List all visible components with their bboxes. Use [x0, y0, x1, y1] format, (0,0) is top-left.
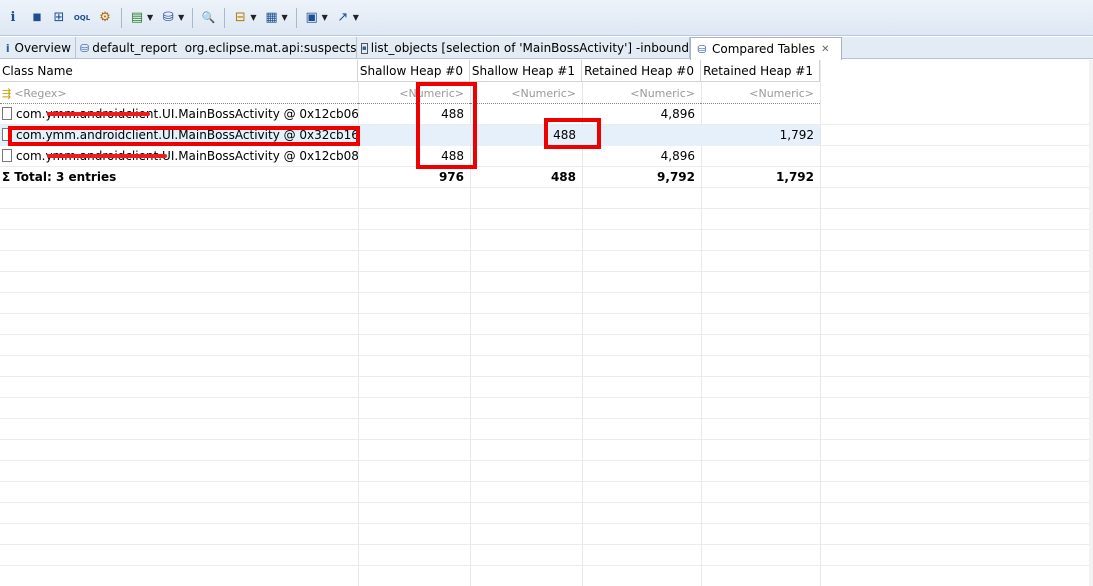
total-row: Σ Total: 3 entries 976 488 9,792 1,792: [0, 167, 820, 188]
close-icon[interactable]: ✕: [821, 44, 829, 55]
retained-heap-1-cell: [701, 104, 820, 125]
oql-icon[interactable]: OQL: [71, 7, 93, 29]
numeric-filter-input[interactable]: <Numeric>: [582, 83, 701, 104]
tab-list-objects[interactable]: ▪ list_objects [selection of 'MainBossAc…: [357, 37, 690, 59]
run-report-icon[interactable]: ▤: [126, 7, 148, 29]
highlight-box: [8, 126, 360, 146]
redaction-stroke: [47, 154, 167, 158]
shallow-heap-1-cell: [470, 146, 582, 167]
grid-line: [0, 313, 1093, 314]
report-icon: ⛁: [80, 41, 90, 55]
grid-line: [0, 250, 1093, 251]
tab-label: Overview: [14, 41, 72, 55]
compare-icon: ⛁: [697, 42, 707, 56]
toolbar-separator: [121, 7, 122, 28]
numeric-filter-input[interactable]: <Numeric>: [470, 83, 582, 104]
highlight-box: [544, 118, 601, 149]
chevron-down-icon[interactable]: ▼: [250, 13, 256, 22]
query-browser-icon[interactable]: ⛁: [157, 7, 179, 29]
info-icon: i: [5, 41, 10, 55]
column-header-shallow-heap-0[interactable]: Shallow Heap #0: [358, 60, 470, 82]
grid-line: [0, 544, 1093, 545]
grid-line: [0, 481, 1093, 482]
grid-line: [0, 523, 1093, 524]
group-by-icon[interactable]: ⊟: [229, 7, 251, 29]
grid-line: [0, 229, 1093, 230]
grid-line: [0, 418, 1093, 419]
chevron-down-icon[interactable]: ▼: [178, 13, 184, 22]
compare-icon[interactable]: ↗: [332, 7, 354, 29]
total-label-cell: Σ Total: 3 entries: [0, 167, 358, 188]
total-shallow-heap-1: 488: [550, 170, 576, 184]
column-header-retained-heap-1[interactable]: Retained Heap #1: [701, 60, 820, 82]
tab-default-report[interactable]: ⛁ default_report org.eclipse.mat.api:sus…: [76, 37, 357, 59]
total-shallow-heap-0: 976: [438, 170, 464, 184]
grid-line: [0, 439, 1093, 440]
grid-line: [0, 460, 1093, 461]
tab-label: default_report org.eclipse.mat.api:suspe…: [92, 41, 357, 55]
retained-heap-1-cell: 1,792: [779, 128, 814, 142]
tab-overview[interactable]: i Overview: [0, 37, 76, 59]
compared-tables-grid: Class Name Shallow Heap #0 Shallow Heap …: [0, 60, 1093, 586]
retained-heap-0-cell: 4,896: [660, 149, 695, 163]
redaction-stroke: [47, 112, 150, 116]
toolbar-separator: [192, 7, 194, 28]
chevron-down-icon[interactable]: ▼: [322, 13, 328, 22]
grid-line: [0, 376, 1093, 377]
toolbar-separator: [224, 7, 226, 28]
grid-line: [0, 271, 1093, 272]
editor-tab-bar: i Overview ⛁ default_report org.eclipse.…: [0, 37, 1093, 60]
dominator-tree-icon[interactable]: ⊞: [48, 7, 70, 29]
grid-line: [0, 502, 1093, 503]
column-header-retained-heap-0[interactable]: Retained Heap #0: [582, 60, 701, 82]
tab-label: Compared Tables: [712, 42, 816, 56]
total-label: Total: 3 entries: [14, 170, 117, 184]
object-icon: [2, 107, 12, 120]
main-toolbar: i ▮▮ ⊞ OQL ⚙ ▤ ▼ ⛁ ▼ 🔍 ⊟ ▼ ▦ ▼ ▣ ▼ ↗ ▼: [0, 0, 1093, 36]
table-header: Class Name Shallow Heap #0 Shallow Heap …: [0, 60, 820, 82]
search-icon[interactable]: 🔍: [197, 7, 219, 29]
numeric-filter-input[interactable]: <Numeric>: [701, 83, 820, 104]
highlight-box: [416, 82, 477, 169]
sigma-icon: Σ: [2, 170, 11, 184]
column-header-class-name[interactable]: Class Name: [0, 60, 358, 82]
object-icon: [2, 149, 12, 162]
toolbar-separator: [295, 7, 297, 28]
grid-line: [0, 334, 1093, 335]
vertical-scrollbar[interactable]: [1089, 60, 1093, 586]
grid-line: [0, 208, 1093, 209]
tab-label: list_objects [selection of 'MainBossActi…: [370, 41, 689, 55]
chevron-down-icon[interactable]: ▼: [353, 13, 359, 22]
list-objects-icon: ▪: [361, 42, 368, 54]
grid-line: [0, 397, 1093, 398]
total-retained-heap-1: 1,792: [776, 170, 814, 184]
calculate-retained-icon[interactable]: ▦: [260, 7, 282, 29]
grid-line: [0, 565, 1093, 566]
tab-compared-tables[interactable]: ⛁ Compared Tables ✕: [690, 37, 842, 60]
total-retained-heap-0: 9,792: [657, 170, 695, 184]
histogram-icon[interactable]: ▮▮: [25, 7, 47, 29]
regex-filter-cell[interactable]: ⇶ <Regex>: [0, 83, 358, 104]
thread-overview-icon[interactable]: ⚙: [94, 7, 116, 29]
grid-line: [0, 355, 1093, 356]
chevron-down-icon[interactable]: ▼: [281, 13, 287, 22]
export-icon[interactable]: ▣: [301, 7, 323, 29]
grid-line: [0, 292, 1093, 293]
column-divider: [820, 60, 821, 586]
filter-row: ⇶ <Regex> <Numeric> <Numeric> <Numeric> <…: [0, 83, 820, 104]
retained-heap-1-cell: [701, 146, 820, 167]
column-header-shallow-heap-1[interactable]: Shallow Heap #1: [470, 60, 582, 82]
chevron-down-icon[interactable]: ▼: [147, 13, 153, 22]
regex-filter-input[interactable]: <Regex>: [14, 87, 66, 100]
info-icon[interactable]: i: [2, 7, 24, 29]
filter-icon: ⇶: [2, 87, 12, 100]
